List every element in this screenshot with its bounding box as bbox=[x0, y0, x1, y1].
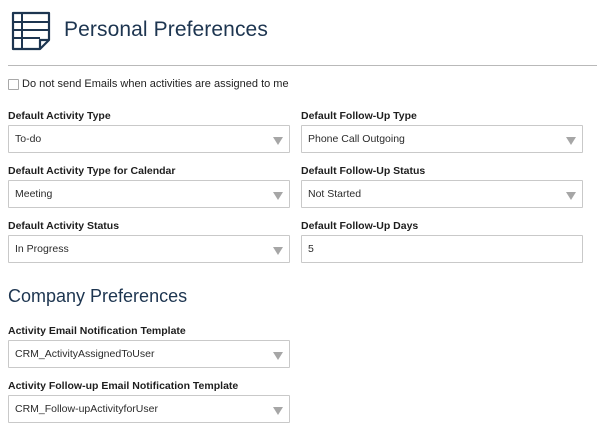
activity-email-template-select[interactable]: CRM_ActivityAssignedToUser bbox=[8, 340, 290, 368]
default-followup-status-value: Not Started bbox=[308, 188, 362, 200]
default-activity-type-calendar-label: Default Activity Type for Calendar bbox=[8, 165, 176, 177]
default-followup-days-label: Default Follow-Up Days bbox=[301, 220, 419, 232]
followup-email-template-value: CRM_Follow-upActivityforUser bbox=[15, 403, 158, 415]
default-activity-status-select[interactable]: In Progress bbox=[8, 235, 290, 263]
page-title: Personal Preferences bbox=[64, 18, 268, 41]
default-activity-status-value: In Progress bbox=[15, 243, 69, 255]
activity-email-template-value: CRM_ActivityAssignedToUser bbox=[15, 348, 155, 360]
no-email-checkbox-row[interactable]: Do not send Emails when activities are a… bbox=[8, 77, 289, 91]
chevron-down-icon bbox=[566, 137, 576, 145]
default-activity-type-select[interactable]: To-do bbox=[8, 125, 290, 153]
default-followup-status-label: Default Follow-Up Status bbox=[301, 165, 426, 177]
preferences-page: Personal Preferences Do not send Emails … bbox=[0, 0, 597, 436]
chevron-down-icon bbox=[566, 192, 576, 200]
default-followup-type-label: Default Follow-Up Type bbox=[301, 110, 417, 122]
default-followup-type-value: Phone Call Outgoing bbox=[308, 133, 405, 145]
default-activity-type-label: Default Activity Type bbox=[8, 110, 111, 122]
company-preferences-title: Company Preferences bbox=[8, 286, 188, 306]
activity-email-template-label: Activity Email Notification Template bbox=[8, 325, 186, 337]
default-followup-type-select[interactable]: Phone Call Outgoing bbox=[301, 125, 583, 153]
chevron-down-icon bbox=[273, 352, 283, 360]
chevron-down-icon bbox=[273, 192, 283, 200]
default-activity-type-calendar-value: Meeting bbox=[15, 188, 53, 200]
page-header: Personal Preferences bbox=[8, 10, 597, 66]
default-activity-type-value: To-do bbox=[15, 133, 42, 145]
default-activity-type-calendar-select[interactable]: Meeting bbox=[8, 180, 290, 208]
chevron-down-icon bbox=[273, 407, 283, 415]
followup-email-template-select[interactable]: CRM_Follow-upActivityforUser bbox=[8, 395, 290, 423]
default-followup-days-value: 5 bbox=[308, 243, 314, 255]
no-email-checkbox[interactable] bbox=[8, 78, 19, 90]
no-email-checkbox-label: Do not send Emails when activities are a… bbox=[22, 78, 289, 90]
notes-list-icon bbox=[10, 10, 52, 52]
default-activity-status-label: Default Activity Status bbox=[8, 220, 120, 232]
followup-email-template-label: Activity Follow-up Email Notification Te… bbox=[8, 380, 239, 392]
chevron-down-icon bbox=[273, 247, 283, 255]
default-followup-status-select[interactable]: Not Started bbox=[301, 180, 583, 208]
chevron-down-icon bbox=[273, 137, 283, 145]
default-followup-days-input[interactable]: 5 bbox=[301, 235, 583, 263]
